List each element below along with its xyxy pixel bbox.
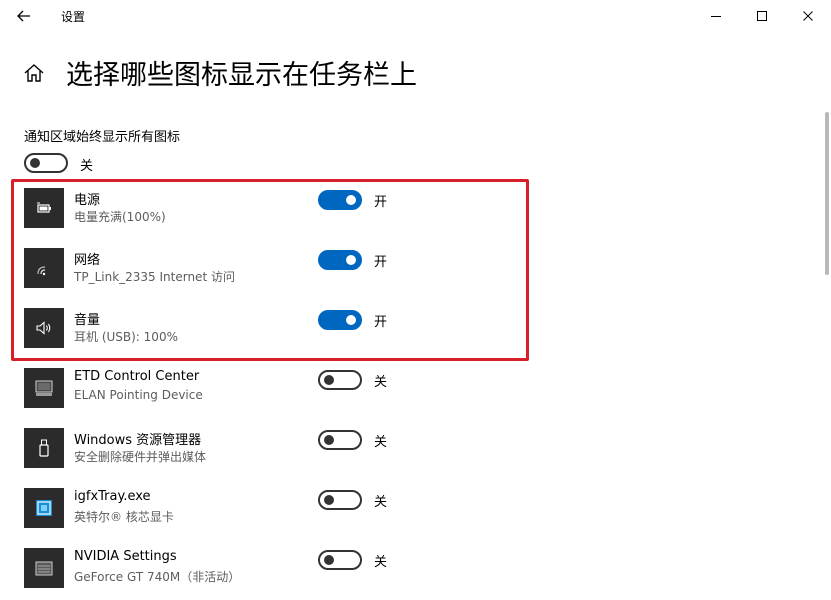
list-item: NVIDIA Settings GeForce GT 740M（非活动） 关: [0, 540, 831, 600]
list-item: 音量耳机 (USB): 100% 开: [0, 300, 831, 360]
item-name: ETD Control Center: [74, 369, 200, 384]
toggle-knob: [346, 315, 356, 325]
list-item: ETD Control Center ELAN Pointing Device 关: [0, 360, 831, 420]
touchpad-icon: [24, 368, 64, 408]
page-title: 选择哪些图标显示在任务栏上: [66, 60, 417, 91]
item-desc: GeForce GT 740M（非活动）: [74, 570, 241, 584]
item-desc: 安全删除硬件并弹出媒体: [74, 450, 207, 464]
item-desc: ELAN Pointing Device: [74, 388, 203, 402]
window-title: 设置: [61, 10, 86, 24]
item-name: 网络: [74, 253, 101, 268]
item-state: 关: [374, 555, 388, 570]
toggle-knob: [324, 555, 334, 565]
always-show-state: 关: [80, 159, 94, 174]
battery-icon: [24, 188, 64, 228]
item-state: 开: [374, 255, 388, 270]
item-name: Windows 资源管理器: [74, 433, 202, 448]
item-desc: 电量充满(100%): [74, 210, 166, 224]
speaker-icon: [24, 308, 64, 348]
list-item: 网络 TP_Link_2335 Internet 访问 开: [0, 240, 831, 300]
usb-drive-icon: [24, 428, 64, 468]
item-toggle[interactable]: [318, 250, 362, 270]
always-show-label: 通知区域始终显示所有图标: [24, 130, 181, 145]
scrollbar-thumb[interactable]: [825, 112, 829, 275]
toggle-knob: [30, 158, 40, 168]
list-item: igfxTray.exe 英特尔® 核芯显卡 关: [0, 480, 831, 540]
maximize-icon: [757, 11, 767, 21]
item-toggle[interactable]: [318, 370, 362, 390]
nvidia-icon: [24, 548, 64, 588]
item-state: 关: [374, 495, 388, 510]
item-toggle[interactable]: [318, 310, 362, 330]
item-state: 关: [374, 375, 388, 390]
home-icon: [24, 64, 44, 82]
item-desc: 英特尔® 核芯显卡: [74, 510, 174, 524]
item-toggle[interactable]: [318, 430, 362, 450]
item-state: 关: [374, 435, 388, 450]
maximize-button[interactable]: [739, 0, 785, 32]
toggle-knob: [324, 435, 334, 445]
close-icon: [803, 11, 813, 21]
always-show-toggle[interactable]: [24, 153, 68, 173]
item-toggle[interactable]: [318, 490, 362, 510]
toggle-knob: [324, 375, 334, 385]
back-button[interactable]: [10, 4, 38, 28]
toggle-knob: [324, 495, 334, 505]
item-toggle[interactable]: [318, 550, 362, 570]
minimize-icon: [711, 16, 721, 17]
item-name: 音量: [74, 313, 101, 328]
list-item: Windows 资源管理器 安全删除硬件并弹出媒体 关: [0, 420, 831, 480]
item-toggle[interactable]: [318, 190, 362, 210]
item-name: NVIDIA Settings: [74, 549, 177, 564]
title-bar: 设置: [0, 0, 831, 32]
wifi-icon: [24, 248, 64, 288]
toggle-knob: [346, 195, 356, 205]
item-name: 电源: [74, 193, 101, 208]
item-state: 开: [374, 195, 388, 210]
item-desc: 耳机 (USB): 100%: [74, 330, 178, 344]
list-item: 电源电量充满(100%) 开: [0, 180, 831, 240]
item-state: 开: [374, 315, 388, 330]
item-name: igfxTray.exe: [74, 489, 151, 504]
back-arrow-icon: [17, 10, 30, 22]
minimize-button[interactable]: [693, 0, 739, 32]
toggle-knob: [346, 255, 356, 265]
intel-graphics-icon: [24, 488, 64, 528]
close-button[interactable]: [785, 0, 831, 32]
item-desc: TP_Link_2335 Internet 访问: [74, 270, 235, 284]
home-button[interactable]: [22, 61, 46, 85]
